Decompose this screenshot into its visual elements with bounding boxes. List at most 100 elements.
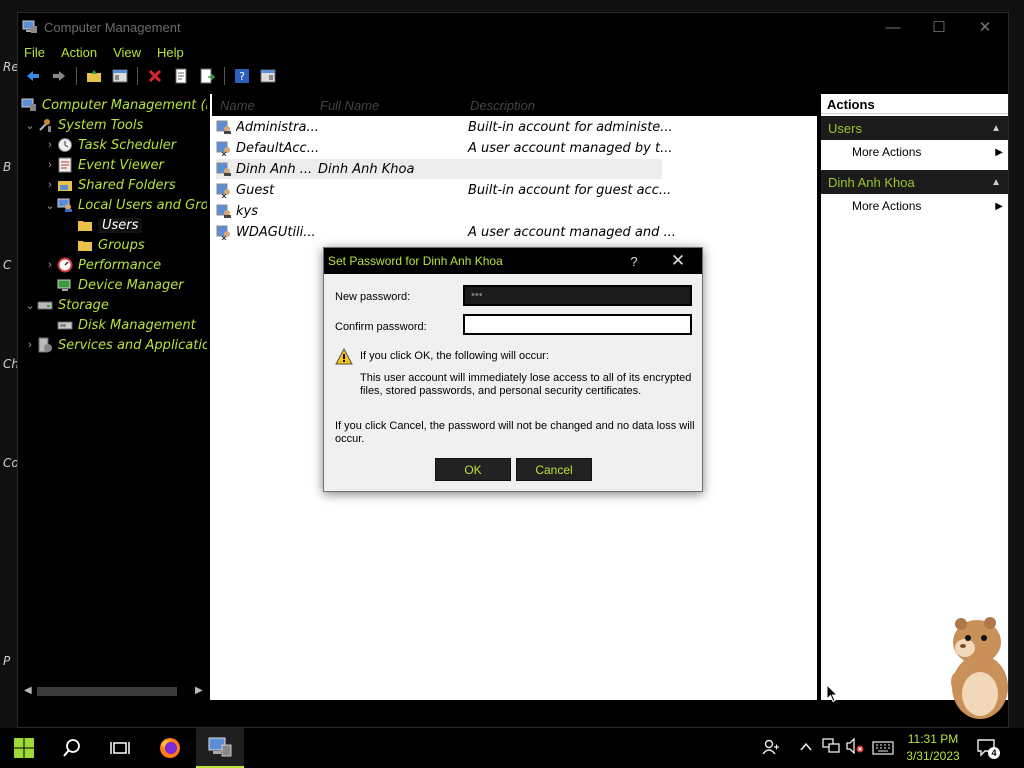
dialog-title-bar[interactable]: Set Password for Dinh Anh Khoa ? ✕ xyxy=(324,248,702,274)
action-label: More Actions xyxy=(852,199,922,213)
new-password-field[interactable]: ••• xyxy=(463,285,692,306)
disk-icon xyxy=(57,321,73,330)
expand-chevron-icon[interactable]: › xyxy=(43,179,57,191)
export-list-button[interactable] xyxy=(196,65,218,87)
show-hide-tree-button[interactable] xyxy=(109,65,131,87)
tree-label: System Tools xyxy=(58,117,144,133)
back-button[interactable] xyxy=(22,65,44,87)
help-button[interactable]: ? xyxy=(231,65,253,87)
task-view-button[interactable] xyxy=(96,728,144,768)
user-account-disabled-icon xyxy=(216,141,230,156)
expand-chevron-icon[interactable]: › xyxy=(43,139,57,151)
actions-section-users[interactable]: Users ▲ xyxy=(821,116,1008,140)
collapse-triangle-icon[interactable]: ▲ xyxy=(991,123,1001,134)
collapse-chevron-icon[interactable]: ⌄ xyxy=(23,299,37,312)
menu-help[interactable]: Help xyxy=(157,45,184,60)
menu-action[interactable]: Action xyxy=(61,45,97,60)
desktop-icon-label[interactable]: C xyxy=(3,258,11,272)
tree-node-users[interactable]: Users xyxy=(77,215,143,235)
desktop-icon-label[interactable]: P xyxy=(3,654,10,668)
title-bar[interactable]: Computer Management — ☐ ✕ xyxy=(18,13,1008,41)
tree-node-storage[interactable]: ⌄ Storage xyxy=(23,295,108,315)
scroll-left-icon[interactable]: ◀ xyxy=(24,685,32,696)
tree-horizontal-scrollbar[interactable]: ◀ ▶ xyxy=(19,683,207,699)
list-item[interactable]: kys xyxy=(216,201,318,221)
list-item[interactable]: Administra... Built-in account for admin… xyxy=(216,117,673,137)
tree-node-computer-management[interactable]: Computer Management (Lo xyxy=(21,95,207,115)
column-header-description[interactable]: Description xyxy=(470,98,535,113)
user-description: A user account managed by t... xyxy=(468,140,673,156)
tree-node-groups[interactable]: Groups xyxy=(77,235,145,255)
properties-button[interactable] xyxy=(170,65,192,87)
tree-node-device-manager[interactable]: Device Manager xyxy=(57,275,184,295)
maximize-button[interactable]: ☐ xyxy=(916,13,962,41)
list-item[interactable]: Guest Built-in account for guest acc... xyxy=(216,180,671,200)
mouse-cursor-icon xyxy=(826,684,838,703)
tree-node-shared-folders[interactable]: › Shared Folders xyxy=(43,175,175,195)
tree-node-event-viewer[interactable]: › Event Viewer xyxy=(43,155,164,175)
menu-file[interactable]: File xyxy=(24,45,45,60)
tree-node-task-scheduler[interactable]: › Task Scheduler xyxy=(43,135,176,155)
delete-button[interactable] xyxy=(144,65,166,87)
folder-icon xyxy=(78,241,92,251)
ok-button[interactable]: OK xyxy=(435,458,511,481)
tree-node-services-and-applications[interactable]: › Services and Applicatior xyxy=(23,335,207,355)
warning-heading: If you click OK, the following will occu… xyxy=(360,350,549,362)
more-actions-selected-user[interactable]: More Actions ▶ xyxy=(821,194,1008,218)
tree-node-disk-management[interactable]: Disk Management xyxy=(57,315,196,335)
expand-chevron-icon[interactable]: › xyxy=(23,339,37,351)
actions-header: Actions xyxy=(821,94,1008,114)
tree-node-performance[interactable]: › Performance xyxy=(43,255,161,275)
actions-section-selected-user[interactable]: Dinh Anh Khoa ▲ xyxy=(821,170,1008,194)
tree-node-local-users-and-groups[interactable]: ⌄ Local Users and Grou xyxy=(43,195,207,215)
dialog-close-button[interactable]: ✕ xyxy=(654,251,702,271)
confirm-password-field[interactable] xyxy=(463,314,692,335)
tree-label: Users xyxy=(98,217,143,233)
forward-button[interactable] xyxy=(48,65,70,87)
list-item[interactable]: WDAGUtili... A user account managed and … xyxy=(216,222,676,242)
taskbar-clock[interactable]: 11:31 PM 3/31/2023 xyxy=(898,731,968,765)
scroll-right-icon[interactable]: ▶ xyxy=(195,685,203,696)
chevron-up-icon[interactable] xyxy=(800,742,812,752)
firefox-taskbar-button[interactable] xyxy=(146,728,194,768)
dialog-help-button[interactable]: ? xyxy=(614,254,654,269)
action-pane-icon xyxy=(260,69,276,83)
network-icon[interactable] xyxy=(822,738,840,754)
svg-text:?: ? xyxy=(239,70,245,83)
action-center-button[interactable]: 4 xyxy=(976,738,1000,759)
more-actions-users[interactable]: More Actions ▶ xyxy=(821,140,1008,164)
menu-view[interactable]: View xyxy=(113,45,141,60)
keyboard-icon[interactable] xyxy=(872,741,894,755)
close-button[interactable]: ✕ xyxy=(962,13,1008,41)
start-button[interactable] xyxy=(0,728,48,768)
expand-chevron-icon[interactable]: › xyxy=(43,259,57,271)
computer-management-taskbar-button[interactable] xyxy=(196,728,244,768)
windows-logo-icon xyxy=(14,738,34,758)
collapse-triangle-icon[interactable]: ▲ xyxy=(991,177,1001,188)
up-folder-button[interactable] xyxy=(83,65,105,87)
search-button[interactable] xyxy=(48,728,96,768)
desktop-icon-label[interactable]: B xyxy=(3,160,11,174)
expand-chevron-icon[interactable]: › xyxy=(43,159,57,171)
minimize-button[interactable]: — xyxy=(870,13,916,41)
toolbar-separator xyxy=(224,67,225,85)
list-item[interactable]: Dinh Anh ... Dinh Anh Khoa xyxy=(216,159,662,179)
forward-arrow-icon xyxy=(53,71,65,81)
list-item[interactable]: DefaultAcc... A user account managed by … xyxy=(216,138,672,158)
scrollbar-thumb[interactable] xyxy=(37,687,177,696)
volume-muted-icon[interactable] xyxy=(846,738,864,754)
show-hide-action-pane-button[interactable] xyxy=(257,65,279,87)
cancel-button[interactable]: Cancel xyxy=(516,458,592,481)
collapse-chevron-icon[interactable]: ⌄ xyxy=(43,199,57,212)
tree-label: Local Users and Grou xyxy=(78,197,207,213)
cancel-info-line-1: If you click Cancel, the password will n… xyxy=(335,420,695,432)
warning-text-line-1: This user account will immediately lose … xyxy=(360,372,692,384)
people-icon[interactable] xyxy=(762,738,780,756)
user-account-icon xyxy=(216,120,231,134)
computer-management-icon xyxy=(208,737,232,757)
tree-node-system-tools[interactable]: ⌄ System Tools xyxy=(23,115,143,135)
user-name: Administra... xyxy=(236,119,318,135)
collapse-chevron-icon[interactable]: ⌄ xyxy=(23,119,37,132)
column-header-full-name[interactable]: Full Name xyxy=(320,98,379,113)
column-header-name[interactable]: Name xyxy=(220,98,255,113)
